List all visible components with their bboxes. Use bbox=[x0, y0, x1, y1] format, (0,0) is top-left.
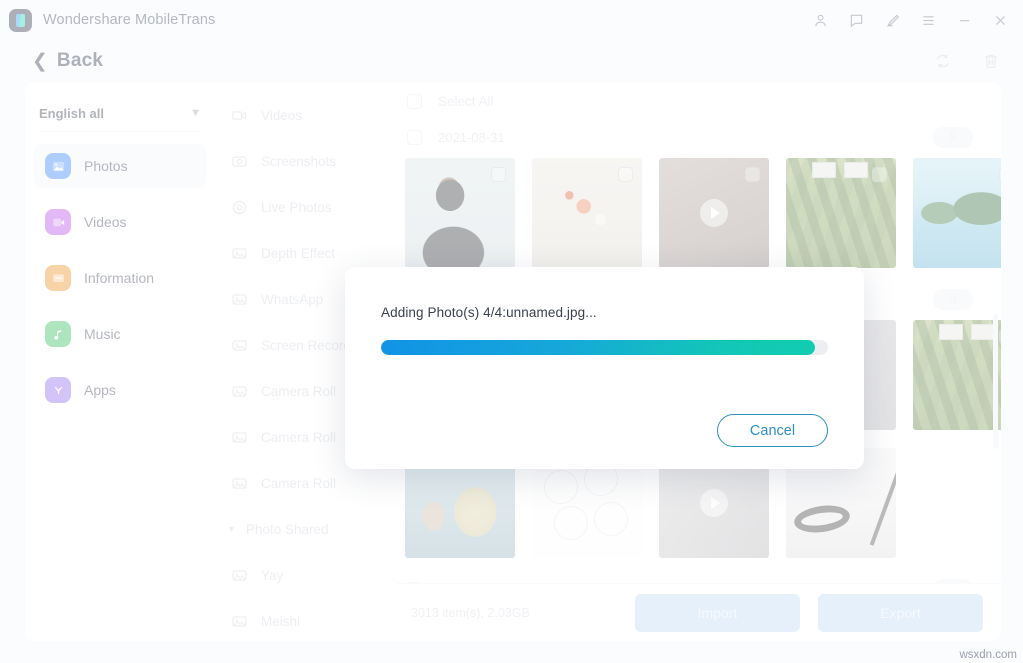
dialog-actions: Cancel bbox=[381, 414, 828, 447]
progress-dialog: Adding Photo(s) 4/4:unnamed.jpg... Cance… bbox=[345, 267, 864, 469]
application-window: Wondershare MobileTrans bbox=[0, 0, 1023, 663]
watermark: wsxdn.com bbox=[959, 649, 1017, 661]
progress-message: Adding Photo(s) 4/4:unnamed.jpg... bbox=[381, 305, 597, 320]
progress-bar bbox=[381, 340, 828, 355]
progress-bar-fill bbox=[381, 340, 815, 355]
cancel-button[interactable]: Cancel bbox=[717, 414, 828, 447]
